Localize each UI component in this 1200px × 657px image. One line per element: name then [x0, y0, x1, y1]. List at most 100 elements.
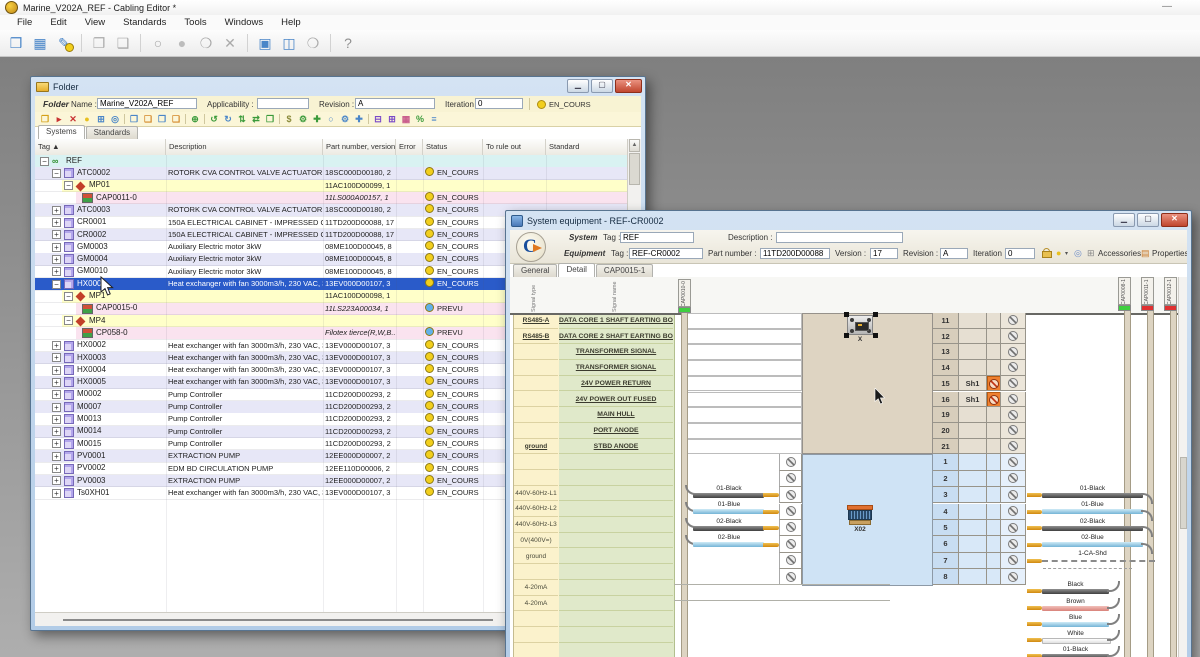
screw-terminal-icon[interactable] [786, 539, 796, 549]
signal-type-cell[interactable]: 440V-60Hz-L2 [514, 501, 558, 517]
signal-name-cell[interactable]: 24V POWER RETURN [559, 376, 673, 392]
signal-type-cell[interactable] [514, 454, 558, 470]
expand-toggle[interactable]: + [52, 267, 61, 276]
wire[interactable] [693, 526, 764, 531]
screw-terminal-icon[interactable] [1008, 425, 1018, 435]
open-icon[interactable]: ❒ [38, 113, 52, 125]
screw-terminal-icon[interactable] [1008, 394, 1018, 404]
terminal-cell[interactable] [1001, 423, 1026, 439]
cable-run[interactable] [1170, 311, 1177, 657]
signal-type-cell[interactable] [514, 376, 558, 392]
terminal-cell[interactable] [779, 454, 802, 470]
import-icon[interactable]: ⊕ [188, 113, 202, 125]
menu-edit[interactable]: Edit [41, 17, 75, 28]
expand-toggle[interactable]: + [52, 243, 61, 252]
drive-icon[interactable]: ▦ [399, 113, 413, 125]
wire[interactable] [1042, 509, 1143, 514]
connector-x02[interactable] [847, 505, 873, 525]
menu-standards[interactable]: Standards [114, 17, 175, 28]
signal-type-cell[interactable] [514, 470, 558, 486]
screw-terminal-icon[interactable] [1008, 457, 1018, 467]
signal-type-cell[interactable] [514, 392, 558, 408]
signal-name-cell[interactable] [559, 501, 673, 517]
paste-icon[interactable]: ❑ [141, 113, 155, 125]
version-input[interactable] [870, 248, 898, 259]
screw-terminal-icon[interactable] [786, 506, 796, 516]
screw-terminal-icon[interactable] [1008, 490, 1018, 500]
add-blue-icon[interactable]: ✚ [352, 113, 366, 125]
wire[interactable] [1042, 606, 1109, 611]
screw-terminal-icon[interactable] [1008, 506, 1018, 516]
swap-icon[interactable]: ⇄ [249, 113, 263, 125]
updown-icon[interactable]: ⇅ [235, 113, 249, 125]
accessories-icon[interactable]: ⊞ [1087, 248, 1095, 259]
terminal-cell[interactable] [1001, 487, 1026, 503]
wire[interactable] [693, 493, 764, 498]
properties-button[interactable]: Properties [1152, 249, 1187, 258]
terminal-cell[interactable] [779, 471, 802, 487]
signal-type-cell[interactable]: RS485-A [514, 313, 558, 329]
record-icon[interactable]: ● [170, 32, 194, 54]
expand-toggle[interactable]: + [52, 439, 61, 448]
terminal-cell[interactable] [1001, 313, 1026, 329]
expand-toggle[interactable]: + [52, 366, 61, 375]
screw-terminal-icon[interactable] [1008, 441, 1018, 451]
wire[interactable] [1042, 654, 1109, 657]
wire[interactable] [1042, 560, 1155, 562]
expand-toggle[interactable]: + [52, 206, 61, 215]
expand-toggle[interactable]: − [64, 316, 73, 325]
menu-tools[interactable]: Tools [175, 17, 215, 28]
menu-view[interactable]: View [76, 17, 114, 28]
expand-toggle[interactable]: − [40, 157, 49, 166]
signal-name-cell[interactable] [559, 486, 673, 502]
open-folder-icon[interactable]: ❒ [4, 32, 28, 54]
list-icon[interactable]: ≡ [427, 113, 441, 125]
gear-blue-icon[interactable]: ⚙ [338, 113, 352, 125]
terminal-cell[interactable] [779, 553, 802, 569]
signal-type-cell[interactable] [514, 360, 558, 376]
chevron-down-icon[interactable]: ▾ [1065, 249, 1068, 260]
signal-name-cell[interactable]: PORT ANODE [559, 423, 673, 439]
windows-layout-icon[interactable]: ◫ [277, 32, 301, 54]
viewer-icon[interactable]: ▣ [253, 32, 277, 54]
screw-terminal-icon[interactable] [786, 490, 796, 500]
hierarchy-icon[interactable]: ⊟ [371, 113, 385, 125]
expand-toggle[interactable]: + [52, 464, 61, 473]
wire[interactable] [1042, 542, 1143, 547]
menu-file[interactable]: File [8, 17, 41, 28]
signal-type-cell[interactable] [514, 564, 558, 580]
copy-special-icon[interactable]: ❐ [155, 113, 169, 125]
cable-label[interactable]: CAP0012-1 [1164, 277, 1177, 305]
paste-icon[interactable]: ❑ [111, 32, 135, 54]
signal-type-cell[interactable] [514, 423, 558, 439]
maximize-button[interactable]: ▢ [591, 79, 613, 93]
signal-type-cell[interactable] [514, 407, 558, 423]
terminal-cell[interactable] [1001, 392, 1026, 408]
iteration-input[interactable] [475, 98, 523, 109]
add-icon[interactable]: ✚ [310, 113, 324, 125]
signal-name-cell[interactable] [559, 596, 673, 612]
signal-type-cell[interactable]: 440V-60Hz-L3 [514, 517, 558, 533]
screw-terminal-icon[interactable] [1008, 572, 1018, 582]
menu-help[interactable]: Help [272, 17, 310, 28]
percent-icon[interactable]: % [413, 113, 427, 125]
scroll-up-button[interactable]: ▲ [629, 139, 640, 152]
revision-input[interactable] [940, 248, 968, 259]
expand-toggle[interactable]: − [52, 169, 61, 178]
scrollbar-thumb[interactable] [1180, 457, 1187, 529]
tab-standards[interactable]: Standards [86, 126, 138, 139]
lock-icon[interactable] [1042, 248, 1051, 258]
terminal-cell[interactable] [1001, 329, 1026, 345]
globe-icon[interactable]: ◎ [108, 113, 122, 125]
selection-handle[interactable] [873, 312, 878, 317]
screw-terminal-icon[interactable] [1008, 362, 1018, 372]
terminal-cell[interactable] [1001, 536, 1026, 552]
signal-name-cell[interactable]: TRANSFORMER SIGNAL [559, 360, 673, 376]
wire[interactable] [1042, 589, 1109, 594]
signal-name-cell[interactable] [559, 580, 673, 596]
signal-type-cell[interactable]: RS485-B [514, 329, 558, 345]
signal-type-cell[interactable] [514, 627, 558, 643]
screw-terminal-icon[interactable] [1008, 347, 1018, 357]
signal-name-cell[interactable]: 24V POWER OUT FUSED [559, 392, 673, 408]
expand-toggle[interactable]: + [52, 341, 61, 350]
